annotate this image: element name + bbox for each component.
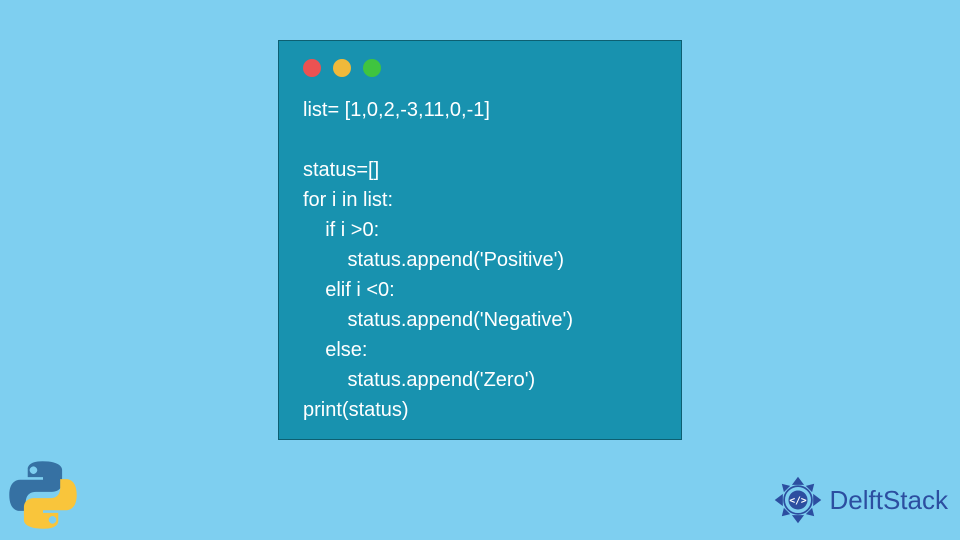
maximize-icon: [363, 59, 381, 77]
code-block: list= [1,0,2,-3,11,0,-1] status=[] for i…: [303, 95, 657, 425]
svg-text:</>: </>: [789, 495, 806, 506]
brand-name: DelftStack: [830, 485, 949, 516]
minimize-icon: [333, 59, 351, 77]
close-icon: [303, 59, 321, 77]
brand-badge-icon: </>: [772, 474, 824, 526]
brand-logo: </> DelftStack: [772, 474, 949, 526]
python-logo-icon: [8, 460, 78, 530]
window-traffic-lights: [303, 59, 657, 77]
code-window: list= [1,0,2,-3,11,0,-1] status=[] for i…: [278, 40, 682, 440]
